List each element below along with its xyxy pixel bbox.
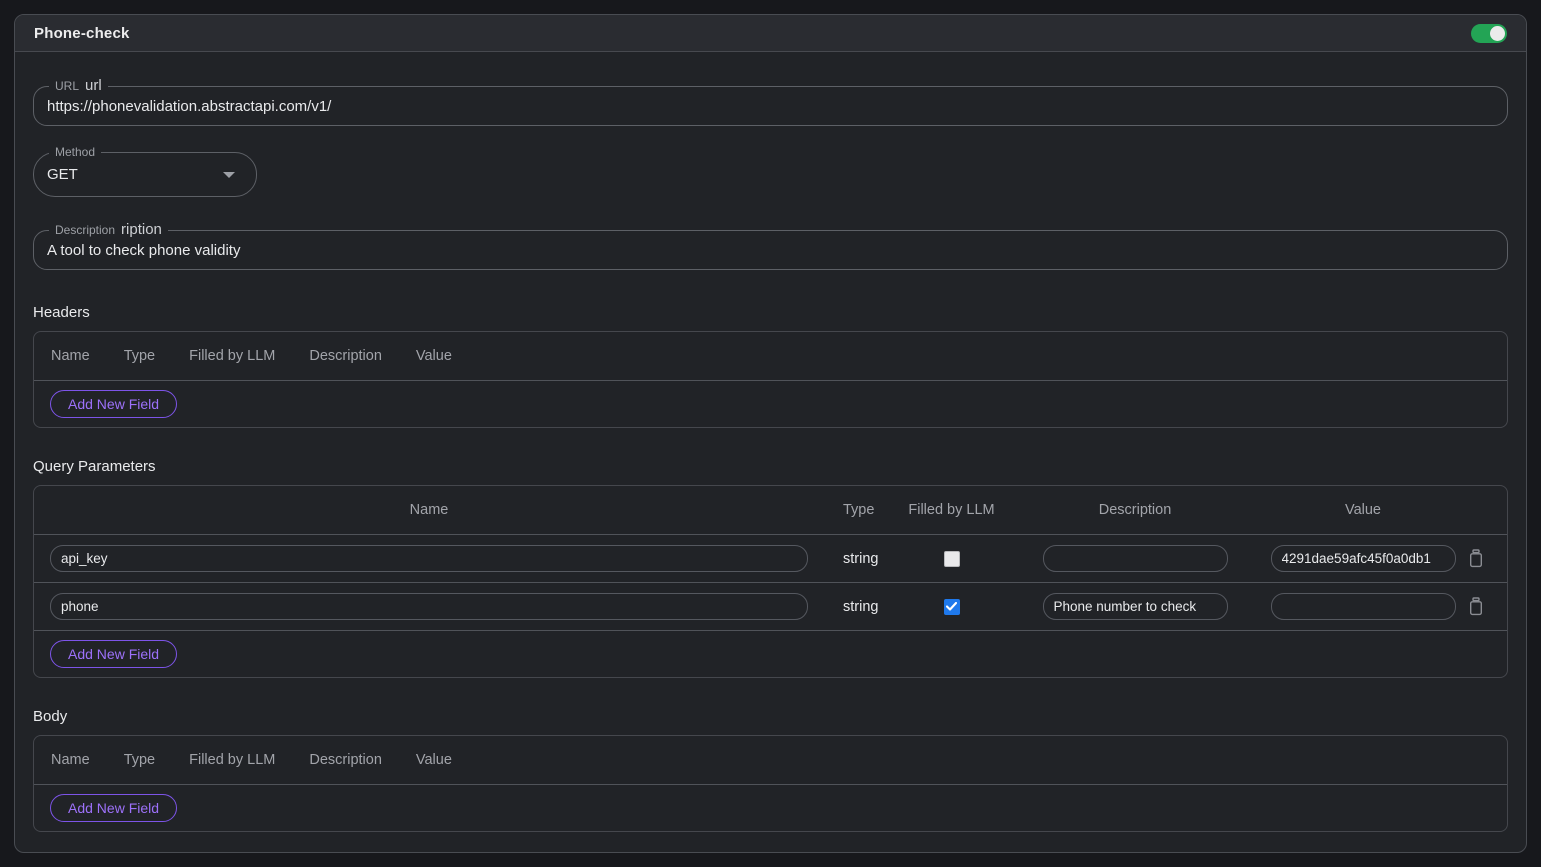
trash-icon bbox=[1468, 597, 1484, 616]
filled-by-llm-checkbox[interactable] bbox=[944, 551, 960, 567]
description-label-overlay: ription bbox=[121, 221, 162, 239]
query-params-add-new-field-button[interactable]: Add New Field bbox=[50, 640, 177, 668]
col-filled-by-llm: Filled by LLM bbox=[189, 752, 275, 768]
col-value: Value bbox=[1265, 502, 1461, 518]
delete-row-button[interactable] bbox=[1468, 597, 1484, 616]
description-field: Description ription A tool to check phon… bbox=[33, 230, 1508, 270]
method-value: GET bbox=[47, 166, 78, 183]
enabled-toggle[interactable] bbox=[1471, 24, 1507, 43]
method-select[interactable]: Method GET bbox=[33, 152, 257, 197]
body-table-head: Name Type Filled by LLM Description Valu… bbox=[34, 736, 1507, 785]
card-body: URL url https://phonevalidation.abstract… bbox=[15, 86, 1526, 832]
url-field-label: URL url bbox=[49, 77, 108, 95]
trash-icon bbox=[1468, 549, 1484, 568]
filled-by-llm-checkbox[interactable] bbox=[944, 599, 960, 615]
col-type: Type bbox=[124, 348, 155, 364]
body-table: Name Type Filled by LLM Description Valu… bbox=[33, 735, 1508, 832]
body-section-title: Body bbox=[33, 708, 1508, 726]
checkmark-icon bbox=[946, 602, 957, 611]
url-label-shrunk: URL bbox=[55, 77, 79, 95]
headers-table: Name Type Filled by LLM Description Valu… bbox=[33, 331, 1508, 428]
tool-config-card: Phone-check URL url https://phonevalidat… bbox=[14, 14, 1527, 853]
col-description: Description bbox=[309, 752, 382, 768]
card-header: Phone-check bbox=[15, 15, 1526, 52]
body-add-row: Add New Field bbox=[34, 785, 1507, 831]
query-params-add-row: Add New Field bbox=[34, 631, 1507, 677]
param-type: string bbox=[843, 551, 898, 567]
param-type: string bbox=[843, 599, 898, 615]
param-name-input[interactable] bbox=[50, 593, 808, 620]
table-row-phone: string bbox=[34, 583, 1507, 631]
toggle-knob-icon bbox=[1490, 26, 1505, 41]
col-description: Description bbox=[309, 348, 382, 364]
col-name: Name bbox=[51, 348, 90, 364]
delete-row-button[interactable] bbox=[1468, 549, 1484, 568]
col-value: Value bbox=[416, 752, 452, 768]
description-label-shrunk: Description bbox=[55, 221, 115, 239]
col-filled-by-llm: Filled by LLM bbox=[898, 502, 1005, 518]
page: Phone-check URL url https://phonevalidat… bbox=[0, 0, 1541, 867]
col-name: Name bbox=[51, 752, 90, 768]
col-type: Type bbox=[124, 752, 155, 768]
headers-section-title: Headers bbox=[33, 304, 1508, 322]
body-add-new-field-button[interactable]: Add New Field bbox=[50, 794, 177, 822]
method-field-label: Method bbox=[49, 143, 101, 161]
method-label: Method bbox=[55, 143, 95, 161]
headers-table-head: Name Type Filled by LLM Description Valu… bbox=[34, 332, 1507, 381]
param-value-input[interactable] bbox=[1271, 593, 1456, 620]
query-params-table-head: Name Type Filled by LLM Description Valu… bbox=[34, 486, 1507, 535]
col-filled-by-llm: Filled by LLM bbox=[189, 348, 275, 364]
query-params-section-title: Query Parameters bbox=[33, 458, 1508, 476]
col-type: Type bbox=[843, 502, 898, 518]
url-label-overlay: url bbox=[85, 77, 102, 95]
chevron-down-icon bbox=[223, 172, 235, 178]
col-description: Description bbox=[1005, 502, 1265, 518]
description-input[interactable]: A tool to check phone validity bbox=[47, 242, 240, 259]
col-name: Name bbox=[50, 502, 808, 518]
description-field-label: Description ription bbox=[49, 221, 168, 239]
table-row-api-key: string bbox=[34, 535, 1507, 583]
param-description-input[interactable] bbox=[1043, 545, 1228, 572]
param-value-input[interactable] bbox=[1271, 545, 1456, 572]
url-field: URL url https://phonevalidation.abstract… bbox=[33, 86, 1508, 126]
param-description-input[interactable] bbox=[1043, 593, 1228, 620]
col-value: Value bbox=[416, 348, 452, 364]
param-name-input[interactable] bbox=[50, 545, 808, 572]
query-params-table: Name Type Filled by LLM Description Valu… bbox=[33, 485, 1508, 678]
tool-title: Phone-check bbox=[34, 25, 130, 42]
url-input[interactable]: https://phonevalidation.abstractapi.com/… bbox=[47, 98, 331, 115]
headers-add-new-field-button[interactable]: Add New Field bbox=[50, 390, 177, 418]
headers-add-row: Add New Field bbox=[34, 381, 1507, 427]
